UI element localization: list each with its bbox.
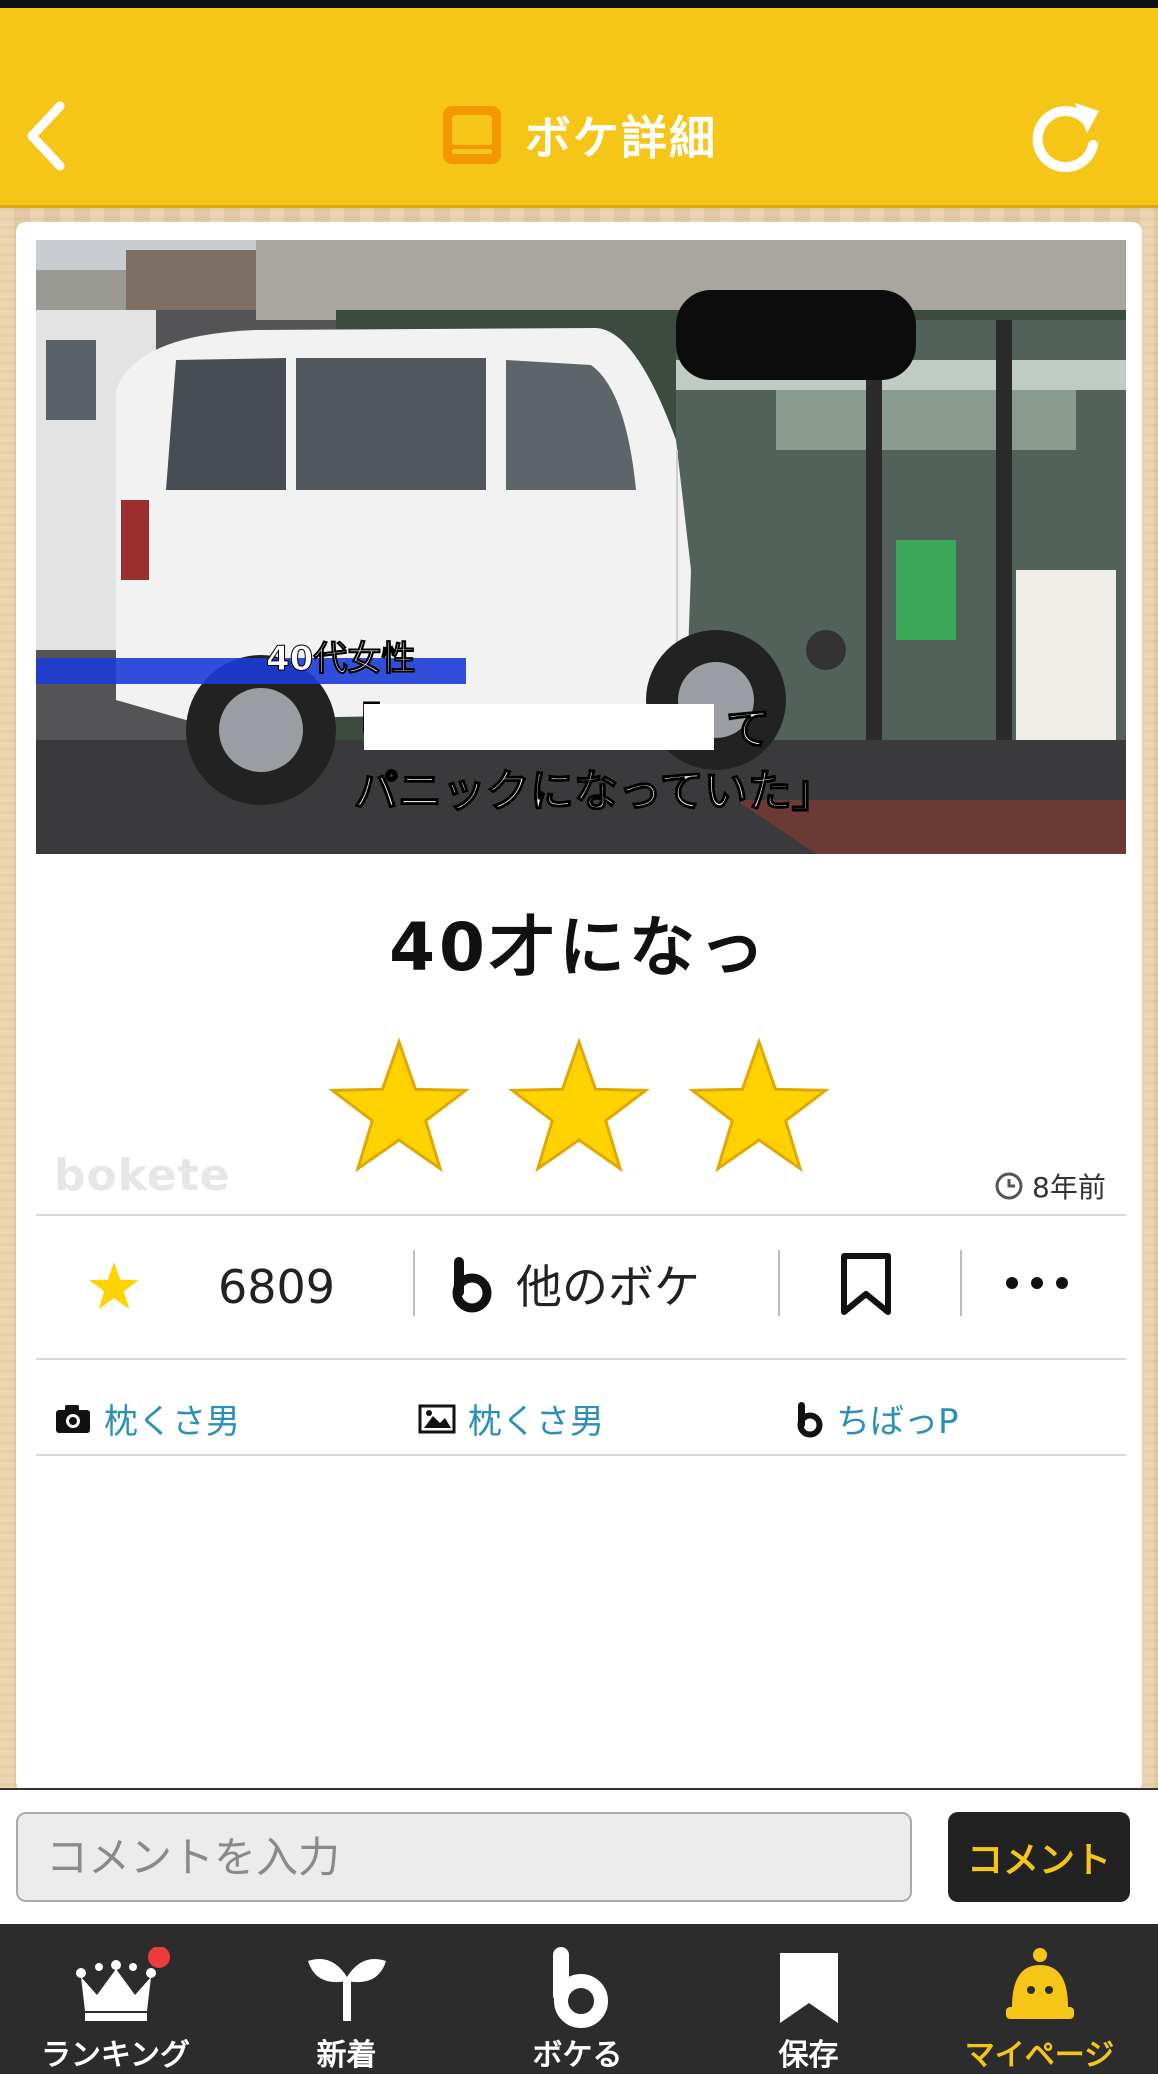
refresh-icon — [1032, 103, 1099, 173]
tab-icon-wrap — [462, 1942, 693, 2032]
separator — [413, 1250, 415, 1316]
boke-author-name: ちばっP — [836, 1402, 959, 1442]
tab-bar: ランキング 新着 ボケる 保存 マイページ — [0, 1924, 1158, 2074]
photographer-name: 枕くさ男 — [104, 1402, 240, 1442]
tab-ranking[interactable]: ランキング — [0, 1924, 231, 2074]
tab-saved[interactable]: 保存 — [693, 1924, 924, 2074]
page-title: ボケ詳細 — [525, 111, 717, 165]
rating-star-icon — [510, 1040, 648, 1171]
comment-input[interactable] — [16, 1812, 912, 1902]
tab-label: 新着 — [316, 2038, 377, 2073]
image-poster-name: 枕くさ男 — [468, 1402, 604, 1442]
bokete-watermark: bokete — [54, 1150, 231, 1201]
divider — [36, 1454, 1126, 1456]
comment-bar: コメント — [0, 1788, 1158, 1926]
rating-star-icon — [330, 1040, 468, 1171]
post-timestamp: 8年前 — [994, 1166, 1106, 1206]
camera-icon — [56, 1404, 90, 1433]
tab-label: ボケる — [532, 2038, 623, 2073]
bokete-b-icon — [452, 1257, 492, 1313]
clock-icon — [995, 1172, 1023, 1200]
other-boke-label: 他のボケ — [516, 1260, 700, 1314]
bokete-b-icon — [797, 1401, 823, 1437]
header-bar: ボケ詳細 — [0, 0, 1158, 208]
bookmark-icon — [779, 1953, 838, 2023]
bokete-b-icon — [552, 1947, 608, 2028]
photo-caption-tail: て — [726, 704, 770, 755]
post-age: 8年前 — [1032, 1171, 1106, 1204]
separator — [778, 1250, 780, 1316]
tab-icon-wrap — [693, 1942, 924, 2032]
tab-mypage[interactable]: マイページ — [924, 1924, 1155, 2074]
image-poster-link[interactable]: 枕くさ男 — [418, 1394, 604, 1443]
boke-text: 40才になっ — [389, 909, 769, 986]
tab-label: マイページ — [964, 2038, 1115, 2073]
tab-label: ランキング — [40, 2038, 191, 2073]
photo-caption-label: 40代女性 — [266, 639, 415, 679]
rating-star-icon — [690, 1040, 828, 1171]
divider — [36, 1214, 1126, 1216]
photographer-link[interactable]: 枕くさ男 — [54, 1394, 240, 1443]
separator — [960, 1250, 962, 1316]
tab-icon-wrap — [0, 1942, 231, 2032]
monitor-icon — [443, 106, 501, 164]
credits-row: 枕くさ男 枕くさ男 ちばっP — [36, 1382, 1126, 1452]
header-title-group: ボケ詳細 — [0, 100, 1158, 170]
tab-boke[interactable]: ボケる — [462, 1924, 693, 2074]
comment-submit-button[interactable]: コメント — [948, 1812, 1130, 1902]
tab-icon-wrap — [231, 1942, 462, 2032]
boke-author-link[interactable]: ちばっP — [796, 1394, 959, 1443]
status-strip — [0, 0, 1158, 8]
bell-person-icon — [1005, 1948, 1074, 2019]
photo-caption-line2: パニックになっていた」 — [354, 766, 836, 817]
bookmark-icon[interactable] — [836, 1252, 896, 1316]
more-options-icon[interactable] — [1002, 1268, 1072, 1298]
boke-photo[interactable]: 40代女性 「 て パニックになっていた」 — [36, 240, 1126, 854]
action-row: 6809 他のボケ — [36, 1218, 1126, 1338]
notification-badge — [147, 1947, 170, 1968]
star-rating — [330, 1040, 828, 1171]
boke-card: 40代女性 「 て パニックになっていた」 40才になっ bokete 8年前 … — [16, 222, 1142, 1792]
tab-new[interactable]: 新着 — [231, 1924, 462, 2074]
sprout-icon — [307, 1959, 386, 2021]
tab-label: 保存 — [778, 2038, 839, 2073]
tab-icon-wrap — [924, 1942, 1155, 2032]
image-icon — [418, 1404, 456, 1433]
star-icon[interactable] — [86, 1260, 142, 1316]
crown-icon — [75, 1947, 170, 2021]
divider — [36, 1358, 1126, 1360]
other-boke-button[interactable]: 他のボケ — [450, 1254, 700, 1314]
star-count: 6809 — [218, 1260, 336, 1314]
refresh-button[interactable] — [1025, 93, 1105, 183]
